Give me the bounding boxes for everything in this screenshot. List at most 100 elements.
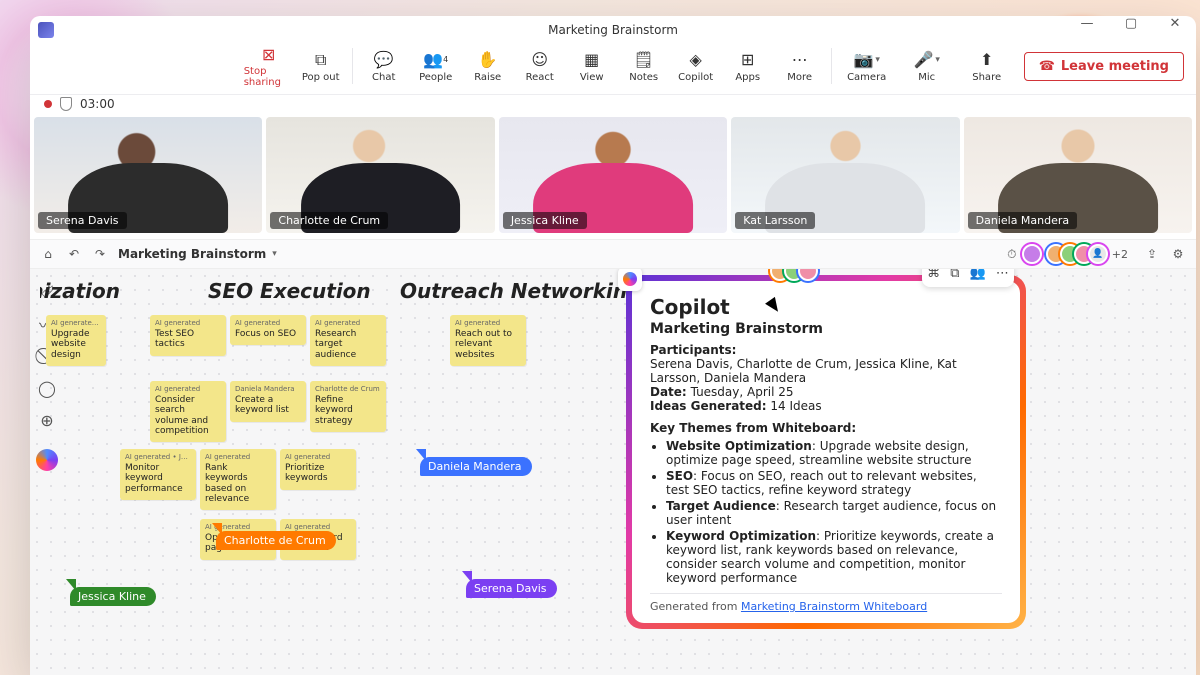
pop-out-button[interactable]: ⧉ Pop out [296, 50, 346, 83]
column-title: Optimization [40, 279, 120, 303]
more-button[interactable]: ⋯ More [775, 50, 825, 83]
stop-sharing-icon: ⊠ [259, 44, 279, 64]
redo-icon[interactable]: ↷ [92, 246, 108, 262]
canvas-tool-rail: ⮰ 〰 ⃠ ◯ ⊕ [36, 281, 58, 471]
notes-icon: 🗒 [634, 50, 654, 70]
participant-name: Jessica Kline [503, 212, 587, 229]
themes-heading: Key Themes from Whiteboard: [650, 421, 1002, 435]
sticky-note[interactable]: AI generatedFocus on SEO [230, 315, 306, 345]
avatar[interactable]: 👤 [1088, 244, 1108, 264]
column-title: SEO Execution [208, 279, 371, 303]
avatar[interactable] [1022, 244, 1042, 264]
sticky-note[interactable]: Daniela ManderaCreate a keyword list [230, 381, 306, 422]
copilot-summary-card[interactable]: ⌘ ⧉ 👥 ⋯ Copilot Marketing Brainstorm Par… [626, 275, 1026, 629]
copilot-button[interactable]: ◈ Copilot [671, 50, 721, 83]
minimize-button[interactable]: — [1072, 16, 1102, 31]
whiteboard-title[interactable]: Marketing Brainstorm ▾ [118, 247, 277, 261]
more-icon: ⋯ [790, 50, 810, 70]
leave-meeting-button[interactable]: ☎ Leave meeting [1024, 52, 1184, 81]
copilot-chip-icon [618, 269, 642, 291]
people-action-icon[interactable]: 👥 [970, 269, 986, 281]
sticky-note[interactable]: Charlotte de CrumRefine keyword strategy [310, 381, 386, 432]
window-title: Marketing Brainstorm [548, 23, 678, 37]
user-cursor: Daniela Mandera [420, 457, 532, 476]
people-icon: 👥4 [426, 50, 446, 70]
grid-action-icon[interactable]: ⌘ [927, 269, 940, 281]
sticky-note[interactable]: AI generatedRank keywords based on relev… [200, 449, 276, 510]
whiteboard-canvas[interactable]: ⮰ 〰 ⃠ ◯ ⊕ Optimization SEO Execution Out… [30, 269, 1196, 675]
sticky-note[interactable]: AI generated • Jessica KlineMonitor keyw… [120, 449, 196, 500]
video-tile[interactable]: Serena Davis [34, 117, 262, 233]
copilot-heading: Copilot [650, 295, 1002, 319]
copilot-participants: Serena Davis, Charlotte de Crum, Jessica… [650, 357, 1002, 385]
home-icon[interactable]: ⌂ [40, 246, 56, 262]
camera-button[interactable]: 📷▾ Camera [838, 50, 896, 83]
sticky-note[interactable]: AI generatedPrioritize keywords [280, 449, 356, 490]
apps-button[interactable]: ⊞ Apps [723, 50, 773, 83]
privacy-shield-icon [60, 97, 72, 111]
card-action-bar: ⌘ ⧉ 👥 ⋯ [922, 269, 1014, 287]
chevron-down-icon: ▾ [935, 55, 940, 65]
copilot-subheading: Marketing Brainstorm [650, 321, 1002, 337]
video-tile[interactable]: Jessica Kline [499, 117, 727, 233]
themes-list: Website Optimization: Upgrade website de… [650, 439, 1002, 585]
chevron-down-icon: ▾ [875, 55, 880, 65]
close-button[interactable]: ✕ [1160, 16, 1190, 31]
raise-hand-button[interactable]: ✋ Raise [463, 50, 513, 83]
chevron-down-icon: ▾ [272, 249, 277, 259]
participant-name: Serena Davis [38, 212, 127, 229]
column-title: Outreach Networking [400, 279, 641, 303]
participant-name: Daniela Mandera [968, 212, 1078, 229]
sticky-note[interactable]: AI generatedResearch target audience [310, 315, 386, 366]
app-window: Marketing Brainstorm — ▢ ✕ ⊠ Stop sharin… [30, 16, 1196, 675]
video-strip: Serena Davis Charlotte de Crum Jessica K… [30, 117, 1196, 239]
hangup-icon: ☎ [1039, 59, 1055, 74]
raise-hand-icon: ✋ [478, 50, 498, 70]
teams-app-icon [38, 22, 54, 38]
copy-action-icon[interactable]: ⧉ [950, 269, 959, 281]
maximize-button[interactable]: ▢ [1116, 16, 1146, 31]
share-out-icon[interactable]: ⇪ [1144, 246, 1160, 262]
view-button[interactable]: ▦ View [567, 50, 617, 83]
chat-icon: 💬 [374, 50, 394, 70]
sticky-note[interactable]: AI generatedReach out to relevant websit… [450, 315, 526, 366]
participant-name: Charlotte de Crum [270, 212, 388, 229]
sticky-note[interactable]: AI generatedConsider search volume and c… [150, 381, 226, 442]
titlebar: Marketing Brainstorm — ▢ ✕ [30, 16, 1196, 44]
stop-sharing-button[interactable]: ⊠ Stop sharing [244, 44, 294, 88]
add-tool-icon[interactable]: ⊕ [36, 409, 58, 431]
video-tile[interactable]: Charlotte de Crum [266, 117, 494, 233]
settings-icon[interactable]: ⚙ [1170, 246, 1186, 262]
whiteboard-header: ⌂ ↶ ↷ Marketing Brainstorm ▾ ⏱ 👤 +2 ⇪ ⚙ [30, 239, 1196, 269]
copilot-tool-icon[interactable] [36, 449, 58, 471]
sticky-note[interactable]: AI generated • Serena DavisUpgrade websi… [46, 315, 106, 366]
presence-avatars: ⏱ 👤 +2 [1004, 244, 1128, 264]
chat-button[interactable]: 💬 Chat [359, 50, 409, 83]
record-dot-icon [44, 100, 52, 108]
apps-icon: ⊞ [738, 50, 758, 70]
share-button[interactable]: ⬆ Share [958, 50, 1016, 83]
video-tile[interactable]: Daniela Mandera [964, 117, 1192, 233]
meeting-toolbar: ⊠ Stop sharing ⧉ Pop out 💬 Chat 👥4 Peopl… [30, 44, 1196, 95]
timer-icon[interactable]: ⏱ [1004, 246, 1020, 262]
copilot-icon: ◈ [686, 50, 706, 70]
avatar [798, 269, 818, 281]
notes-button[interactable]: 🗒 Notes [619, 50, 669, 83]
sticky-note[interactable]: AI generatedTest SEO tactics [150, 315, 226, 356]
mic-button[interactable]: 🎤▾ Mic [898, 50, 956, 83]
comment-tool-icon[interactable]: ◯ [36, 377, 58, 399]
mic-icon: 🎤 [913, 50, 933, 70]
share-icon: ⬆ [977, 50, 997, 70]
video-tile[interactable]: Kat Larsson [731, 117, 959, 233]
participant-name: Kat Larsson [735, 212, 815, 229]
more-action-icon[interactable]: ⋯ [996, 269, 1009, 281]
react-icon: ☺ [530, 50, 550, 70]
undo-icon[interactable]: ↶ [66, 246, 82, 262]
pop-out-icon: ⧉ [311, 50, 331, 70]
meeting-timer: 03:00 [80, 97, 115, 111]
overflow-count[interactable]: +2 [1112, 248, 1128, 261]
generated-from: Generated from Marketing Brainstorm Whit… [650, 593, 1002, 613]
generated-source-link[interactable]: Marketing Brainstorm Whiteboard [741, 600, 927, 613]
people-button[interactable]: 👥4 People [411, 50, 461, 83]
react-button[interactable]: ☺ React [515, 50, 565, 83]
